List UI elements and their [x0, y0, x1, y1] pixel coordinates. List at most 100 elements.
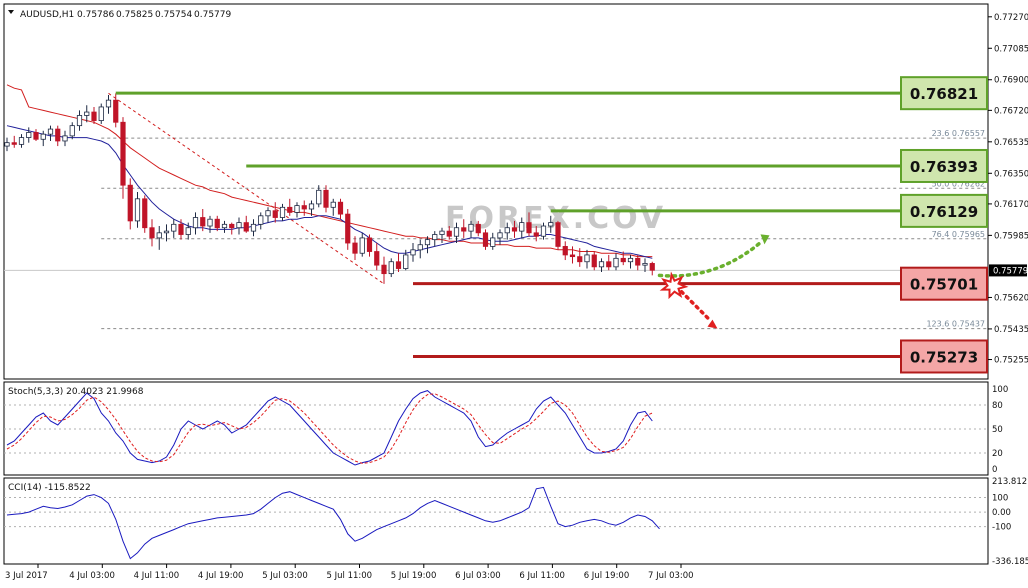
candle-body: [287, 206, 293, 213]
level-label-0.75273: 0.75273: [910, 348, 978, 366]
candle-body: [359, 237, 365, 254]
cci-tick-label: -100: [992, 523, 1011, 533]
time-tick-label: 6 Jul 03:00: [455, 571, 501, 581]
time-tick-label: 4 Jul 03:00: [69, 571, 115, 581]
candle-body: [627, 257, 634, 263]
level-label-0.76393: 0.76393: [910, 158, 978, 176]
cci-tick-label: -336.185: [992, 557, 1028, 567]
candle-body: [642, 263, 648, 266]
candle-body: [519, 222, 525, 232]
candle-body: [236, 222, 242, 229]
price-tick-label: 0.75255: [994, 356, 1028, 366]
price-tick-label: 0.76350: [994, 169, 1028, 179]
candle-body: [178, 223, 184, 235]
time-tick-label: 4 Jul 19:00: [198, 571, 244, 581]
candle-body: [482, 232, 489, 247]
symbol-label: AUDUSD,H1: [20, 10, 74, 20]
candle-body: [374, 251, 380, 266]
candle-body: [439, 230, 445, 235]
level-label-0.76129: 0.76129: [910, 203, 978, 221]
ohlc-low: 0.75754: [155, 10, 192, 20]
time-tick-label: 6 Jul 11:00: [519, 571, 565, 581]
candle-body: [105, 99, 112, 108]
candle-body: [490, 237, 496, 247]
candle-body: [352, 242, 358, 254]
candle-body: [540, 225, 547, 237]
price-tick-label: 0.76900: [994, 76, 1028, 86]
price-tick-label: 0.77270: [994, 13, 1028, 23]
candle-body: [91, 111, 97, 121]
candle-body: [120, 121, 126, 186]
candle-body: [424, 239, 431, 246]
candle-body: [250, 223, 257, 232]
candle-body: [127, 184, 133, 222]
candle-body: [562, 246, 568, 256]
candle-body: [548, 222, 554, 227]
level-label-0.76821: 0.76821: [910, 85, 978, 103]
candle-body: [258, 215, 264, 225]
price-axis: 0.77270 0.77085 0.76900 0.76720 0.76535 0.763…: [988, 13, 1028, 366]
candle-body: [76, 115, 83, 127]
price-tick-label: 0.76170: [994, 200, 1028, 210]
candle-body: [171, 223, 177, 232]
current-price-label: 0.75779: [993, 266, 1028, 276]
fib-label: 23.6 0.76557: [932, 129, 985, 138]
candle-body: [200, 217, 206, 227]
candle-body: [620, 257, 626, 263]
candle-body: [461, 227, 467, 232]
candle-body: [468, 223, 474, 232]
candle-body: [134, 198, 141, 222]
candle-body: [432, 234, 438, 241]
candle-body: [243, 222, 249, 232]
price-tick-label: 0.75620: [994, 293, 1028, 303]
candle-body: [11, 142, 17, 145]
candle-body: [55, 128, 61, 142]
time-axis: 3 Jul 2017 4 Jul 03:00 4 Jul 11:00 4 Jul 19…: [5, 564, 694, 581]
candle-body: [649, 263, 655, 271]
candle-body: [149, 227, 155, 239]
candle-body: [207, 218, 213, 227]
candle-body: [591, 254, 597, 268]
candle-body: [98, 106, 104, 121]
candle-body: [533, 232, 539, 237]
candle-body: [497, 232, 503, 239]
candle-body: [26, 132, 32, 138]
candle-body: [345, 213, 351, 244]
candle-body: [62, 135, 68, 142]
candle-body: [40, 133, 46, 140]
ohlc-open: 0.75786: [77, 10, 114, 20]
stoch-tick-label: 100: [992, 385, 1008, 395]
candle-body: [185, 227, 191, 235]
candle-body: [84, 111, 90, 116]
stoch-tick-label: 0: [992, 465, 997, 475]
chart-header: AUDUSD,H1 0.75786 0.75825 0.75754 0.7577…: [8, 10, 231, 20]
candle-body: [569, 254, 576, 258]
candle-body: [417, 244, 423, 251]
candle-body: [381, 264, 387, 275]
candle-body: [613, 257, 619, 268]
fib-label: 76.4 0.75965: [932, 230, 985, 239]
stoch-tick-label: 20: [992, 449, 1003, 459]
stoch-title: Stoch(5,3,3) 20.4023 21.9968: [8, 387, 144, 397]
cci-tick-label: 213.812: [992, 477, 1027, 487]
fib-label: 123.6 0.75437: [926, 320, 985, 329]
time-tick-label: 7 Jul 03:00: [648, 571, 694, 581]
candle-body: [395, 261, 402, 269]
main-price-panel: [3, 3, 989, 380]
candle-body: [577, 256, 583, 263]
level-label-0.75701: 0.75701: [910, 276, 978, 294]
candle-body: [142, 198, 148, 229]
candle-body: [163, 230, 170, 234]
candle-body: [366, 237, 373, 252]
time-tick-label: 6 Jul 19:00: [584, 571, 630, 581]
candle-body: [555, 222, 561, 247]
candle-body: [33, 132, 39, 140]
time-tick-label: 4 Jul 11:00: [134, 571, 180, 581]
candle-body: [511, 227, 518, 232]
candle-body: [337, 201, 344, 215]
candle-body: [192, 217, 199, 229]
candle-body: [598, 261, 605, 268]
time-tick-label: 5 Jul 03:00: [262, 571, 308, 581]
candle-body: [156, 232, 162, 239]
price-tick-label: 0.76535: [994, 138, 1028, 148]
